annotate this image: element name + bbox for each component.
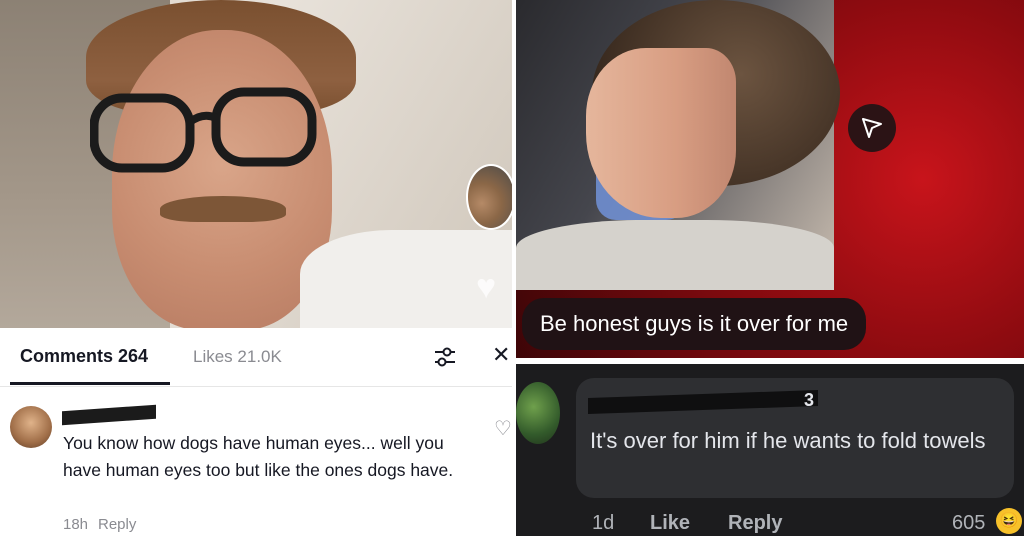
send-arrow-glyph xyxy=(862,118,882,138)
photo-frame xyxy=(516,0,840,290)
face xyxy=(112,30,332,328)
username-tail: 3 xyxy=(804,390,815,410)
close-icon[interactable]: ✕ xyxy=(492,342,510,368)
caption-text: Be honest guys is it over for me xyxy=(522,298,867,350)
story-photo: Be honest guys is it over for me xyxy=(516,0,1024,358)
comments-sheet: Comments 264 Likes 21.0K ✕ You know how … xyxy=(0,328,512,536)
creator-avatar[interactable] xyxy=(466,164,512,230)
heart-icon[interactable]: ♡ xyxy=(494,416,512,441)
active-tab-indicator xyxy=(10,382,170,385)
send-arrow-icon[interactable] xyxy=(848,104,896,152)
redacted-username xyxy=(62,404,156,426)
glasses xyxy=(90,87,317,173)
heart-icon[interactable]: ♥ xyxy=(476,270,510,304)
comments-tabs: Comments 264 Likes 21.0K ✕ xyxy=(0,328,512,387)
mustache xyxy=(160,196,286,222)
avatar[interactable] xyxy=(10,406,52,448)
facebook-comment: 3 It's over for him if he wants to fold … xyxy=(516,364,1024,536)
reaction-count: 605 xyxy=(952,512,986,534)
comment-time: 18h xyxy=(63,516,89,533)
laughing-emoji-icon[interactable]: 😆 xyxy=(996,508,1022,534)
like-button[interactable]: Like xyxy=(650,512,690,535)
comment-text: You know how dogs have human eyes... wel… xyxy=(63,433,454,480)
comment-text: It's over for him if he wants to fold to… xyxy=(590,428,986,453)
tab-likes[interactable]: Likes 21.0K xyxy=(193,347,282,367)
tab-comments[interactable]: Comments 264 xyxy=(20,346,148,367)
reply-button[interactable]: Reply xyxy=(728,512,782,535)
shirt xyxy=(516,220,834,290)
face xyxy=(586,48,736,218)
reply-button[interactable]: Reply xyxy=(98,516,136,533)
right-screenshot: Be honest guys is it over for me 3 It's … xyxy=(516,0,1024,536)
comment-time: 1d xyxy=(592,512,615,534)
avatar[interactable] xyxy=(516,382,560,444)
sliders-icon[interactable] xyxy=(432,344,458,370)
left-screenshot: ♥ Comments 264 Likes 21.0K ✕ You know ho… xyxy=(0,0,512,536)
profile-photo: ♥ xyxy=(0,0,512,328)
